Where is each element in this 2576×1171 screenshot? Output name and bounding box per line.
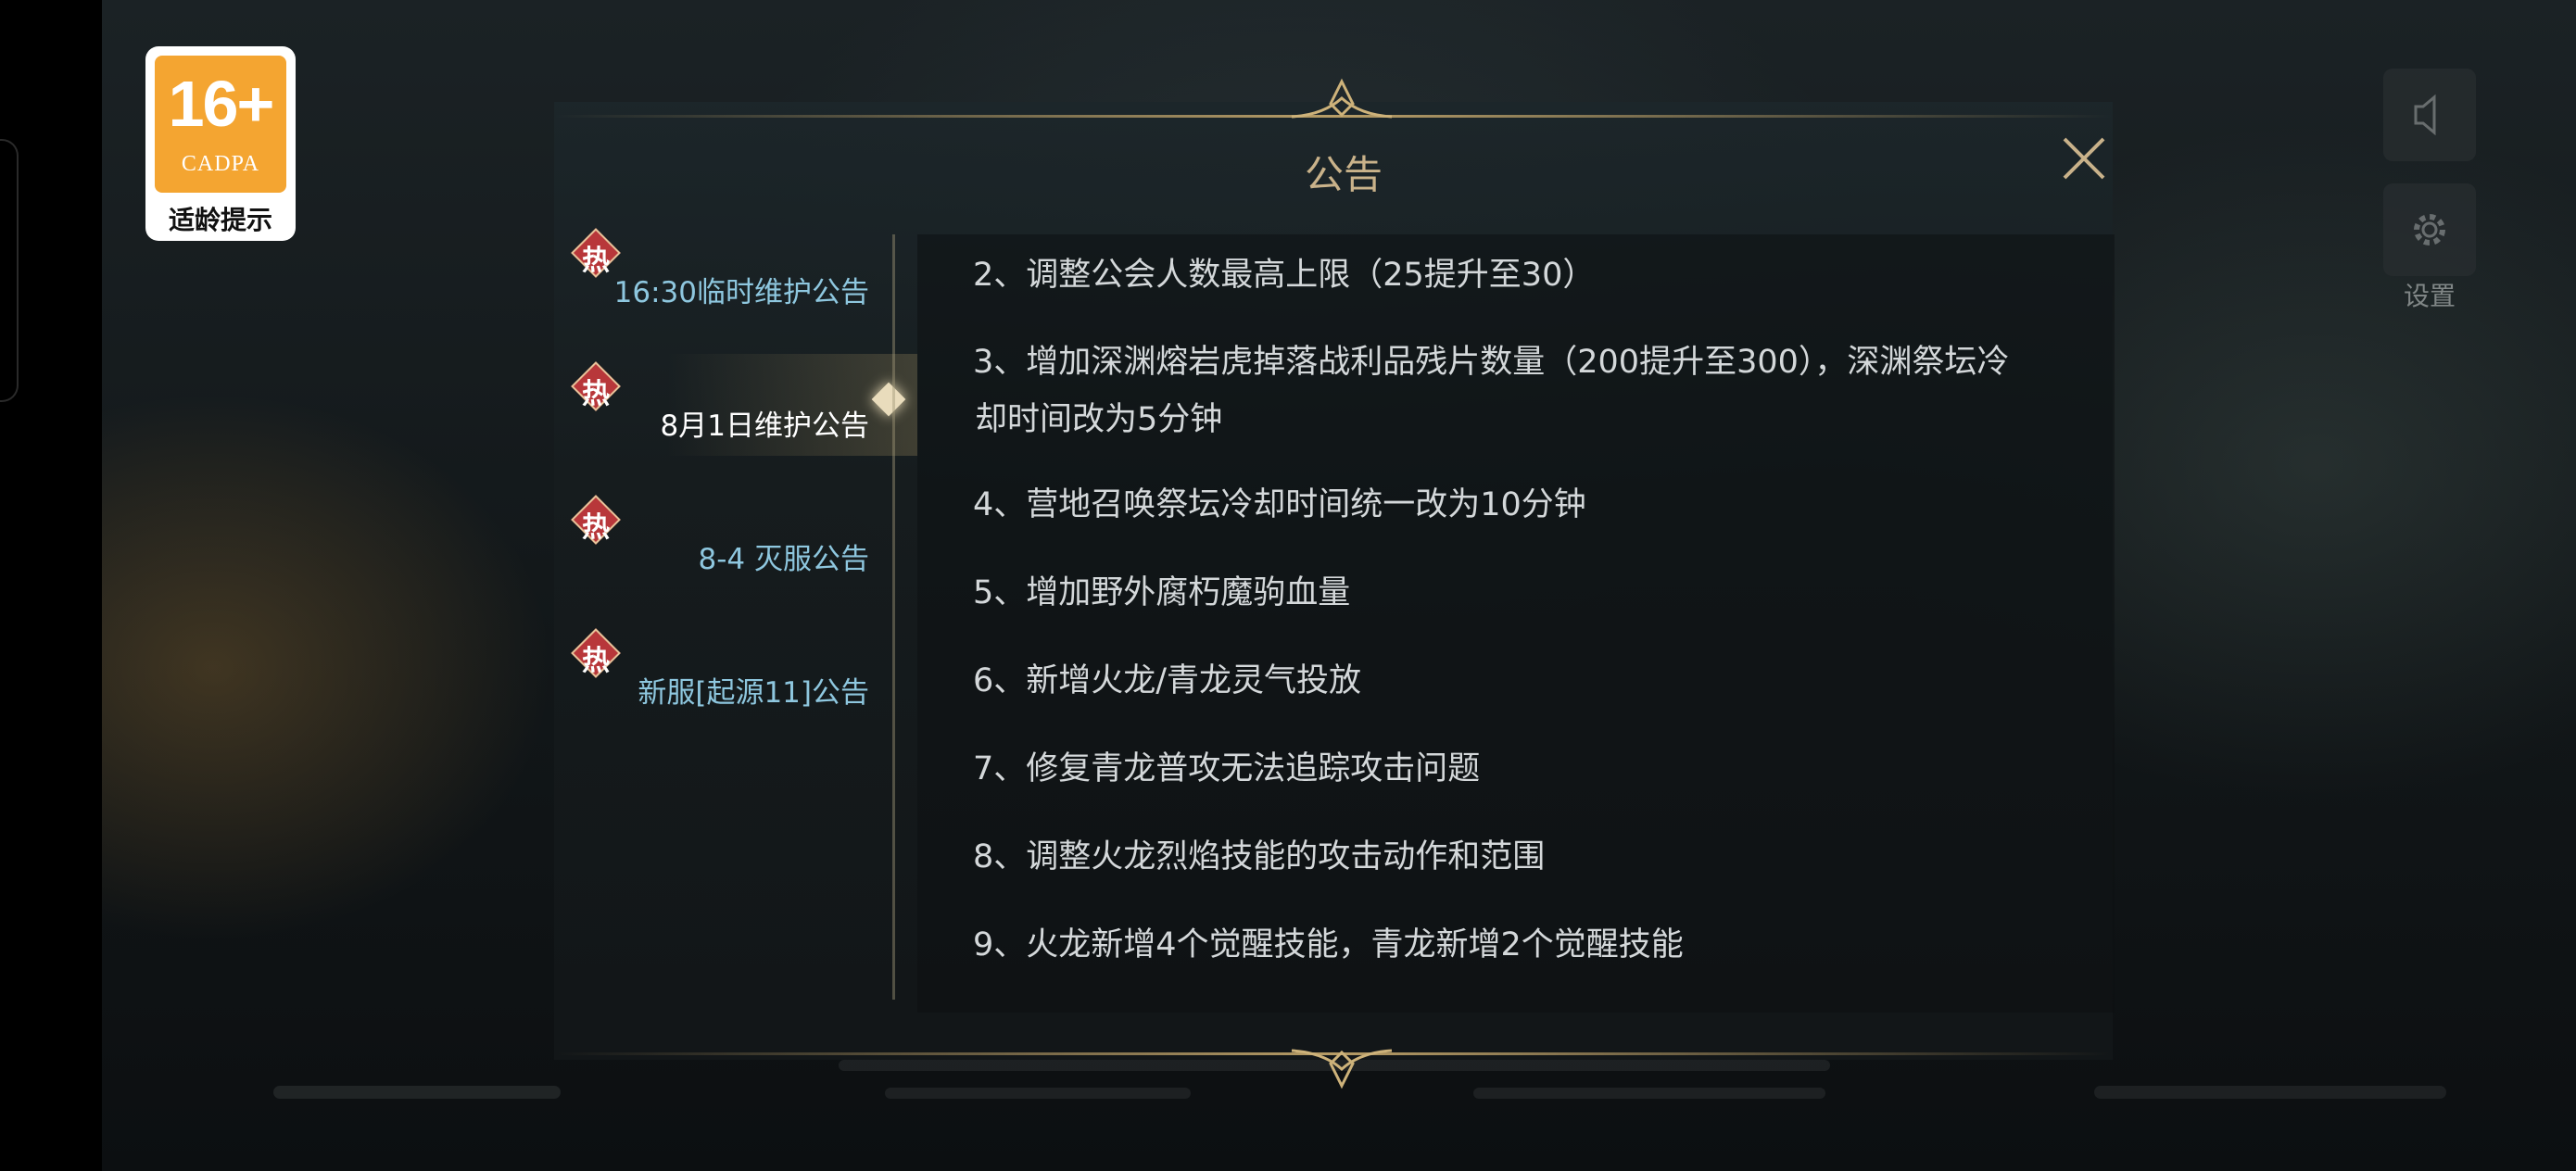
sound-button[interactable] (2383, 69, 2476, 161)
settings-label: 设置 (2403, 281, 2456, 311)
tab-label: 8月1日维护公告 (660, 409, 869, 443)
age-rating-tip: 适龄提示 (168, 205, 272, 235)
tab-maintenance-1630[interactable]: 热 16:30临时维护公告 (556, 220, 899, 322)
hot-badge-text: 热 (582, 511, 610, 544)
announcement-item: 6、新增火龙/青龙灵气投放 (973, 662, 1362, 699)
announcement-item: 4、营地召唤祭坛冷却时间统一改为10分钟 (973, 486, 1586, 523)
announcement-item: 5、增加野外腐朽魔驹血量 (973, 574, 1351, 611)
tab-maintenance-aug1[interactable]: 热 8月1日维护公告 (556, 354, 917, 456)
close-button[interactable] (2059, 133, 2109, 183)
hot-badge-text: 热 (582, 378, 610, 410)
tab-divider (892, 234, 895, 1000)
footer-legal-blur (1473, 1088, 1825, 1099)
hot-badge: 热 (571, 495, 621, 545)
top-ornament-icon (1291, 78, 1393, 119)
hot-badge: 热 (571, 361, 621, 411)
dialog-title: 公告 (1304, 152, 1383, 197)
age-rating-number: 16+ (168, 68, 275, 140)
hot-badge: 热 (571, 628, 621, 678)
bottom-ornament-icon (1291, 1049, 1393, 1089)
speaker-icon (2414, 94, 2436, 136)
footer-legal-blur (273, 1086, 561, 1099)
announcement-item: 8、调整火龙烈焰技能的攻击动作和范围 (973, 838, 1546, 875)
announcement-item: 7、修复青龙普攻无法追踪攻击问题 (973, 750, 1481, 787)
edge-handle (0, 139, 19, 402)
tab-label: 16:30临时维护公告 (613, 276, 869, 309)
age-rating-org: CADPA (181, 152, 260, 176)
close-icon (2063, 137, 2105, 180)
footer-legal-blur (885, 1088, 1191, 1099)
tab-label: 新服[起源11]公告 (638, 676, 869, 710)
footer-legal-blur (2094, 1086, 2446, 1099)
tab-new-server[interactable]: 热 新服[起源11]公告 (556, 621, 899, 723)
settings-button[interactable] (2383, 183, 2476, 276)
announcement-item-continued: 却时间改为5分钟 (975, 401, 1223, 438)
hot-badge-text: 热 (582, 245, 610, 277)
announcement-item: 9、火龙新增4个觉醒技能，青龙新增2个觉醒技能 (973, 926, 1684, 963)
announcement-item: 3、增加深渊熔岩虎掉落战利品残片数量（200提升至300），深渊祭坛冷 (973, 344, 2010, 381)
age-rating-panel: 16+ CADPA (155, 56, 286, 193)
tab-label: 8-4 灭服公告 (698, 543, 870, 576)
age-rating-badge[interactable]: 16+ CADPA 适龄提示 (145, 46, 296, 241)
tab-server-shutdown[interactable]: 热 8-4 灭服公告 (556, 487, 899, 589)
hot-badge: 热 (571, 228, 621, 278)
gear-icon (2414, 214, 2445, 246)
hot-badge-text: 热 (582, 645, 610, 677)
announcement-item: 2、调整公会人数最高上限（25提升至30） (973, 257, 1596, 294)
